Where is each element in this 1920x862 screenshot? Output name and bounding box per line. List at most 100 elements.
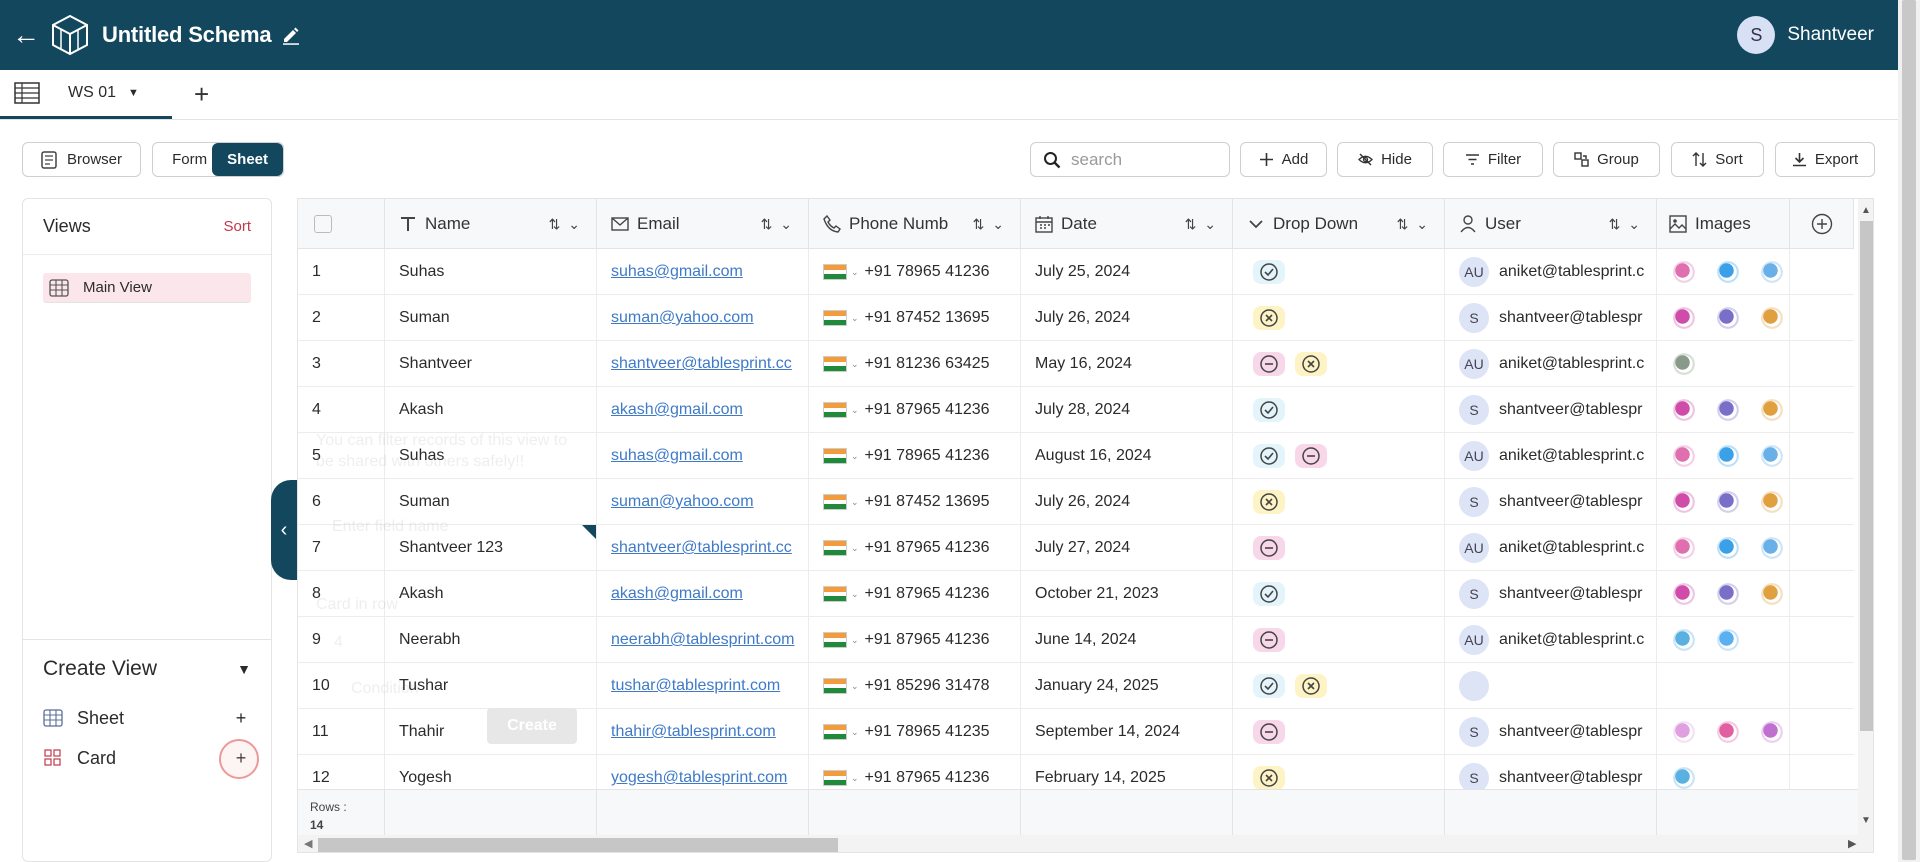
email-link[interactable]: shantveer@tablesprint.cc (611, 355, 792, 373)
phone-cell[interactable]: ⌄ +91 87452 13695 (809, 295, 1021, 341)
email-cell[interactable]: suman@yahoo.com (597, 295, 809, 341)
sort-button[interactable]: Sort (1671, 142, 1764, 177)
chevron-down-icon[interactable]: ⌄ (851, 727, 859, 738)
user-cell[interactable]: AU aniket@tablesprint.c (1445, 617, 1657, 663)
create-card-view[interactable]: Card + (23, 738, 271, 779)
row-number-cell[interactable]: 3 (298, 341, 385, 387)
name-cell[interactable]: Akash (385, 571, 597, 617)
email-cell[interactable]: tushar@tablesprint.com (597, 663, 809, 709)
email-link[interactable]: tushar@tablesprint.com (611, 677, 780, 695)
dropdown-cell[interactable] (1233, 295, 1445, 341)
table-row[interactable]: 3 Shantveer shantveer@tablesprint.cc ⌄ +91 8… (298, 341, 1854, 387)
email-cell[interactable]: shantveer@tablesprint.cc (597, 341, 809, 387)
user-cell[interactable]: AU aniket@tablesprint.c (1445, 341, 1657, 387)
phone-cell[interactable]: ⌄ +91 87965 41236 (809, 617, 1021, 663)
select-all-checkbox[interactable] (314, 215, 332, 233)
group-button[interactable]: Group (1553, 142, 1660, 177)
dropdown-cell[interactable] (1233, 479, 1445, 525)
images-cell[interactable] (1657, 479, 1790, 525)
sort-chevron-icon[interactable]: ⇅ ⌄ (1185, 216, 1218, 233)
email-link[interactable]: suhas@gmail.com (611, 263, 743, 281)
row-number-cell[interactable]: 2 (298, 295, 385, 341)
date-cell[interactable]: August 16, 2024 (1021, 433, 1233, 479)
email-cell[interactable]: thahir@tablesprint.com (597, 709, 809, 755)
date-cell[interactable]: October 21, 2023 (1021, 571, 1233, 617)
email-link[interactable]: akash@gmail.com (611, 585, 743, 603)
chevron-down-icon[interactable]: ⌄ (851, 405, 859, 416)
image-thumbnail[interactable] (1669, 487, 1699, 517)
image-thumbnail[interactable] (1669, 395, 1699, 425)
email-cell[interactable]: suman@yahoo.com (597, 479, 809, 525)
pencil-edit-icon[interactable] (281, 25, 301, 45)
chevron-down-icon[interactable]: ⌄ (851, 773, 859, 784)
table-row[interactable]: 7 Shantveer 123 shantveer@tablesprint.cc ⌄ +… (298, 525, 1854, 571)
phone-cell[interactable]: ⌄ +91 87452 13695 (809, 479, 1021, 525)
chevron-down-icon[interactable]: ⌄ (851, 543, 859, 554)
email-cell[interactable]: shantveer@tablesprint.cc (597, 525, 809, 571)
image-thumbnail[interactable] (1757, 717, 1787, 747)
browser-button[interactable]: Browser (22, 142, 141, 177)
create-view-header[interactable]: Create View ▼ (23, 640, 271, 698)
column-header-user[interactable]: User ⇅ ⌄ (1445, 199, 1657, 249)
image-thumbnail[interactable] (1713, 395, 1743, 425)
image-thumbnail[interactable] (1669, 579, 1699, 609)
export-button[interactable]: Export (1775, 142, 1875, 177)
sort-chevron-icon[interactable]: ⇅ ⌄ (549, 216, 582, 233)
date-cell[interactable]: July 28, 2024 (1021, 387, 1233, 433)
image-thumbnail[interactable] (1669, 441, 1699, 471)
image-thumbnail[interactable] (1757, 395, 1787, 425)
images-cell[interactable] (1657, 295, 1790, 341)
date-cell[interactable]: July 26, 2024 (1021, 295, 1233, 341)
phone-cell[interactable]: ⌄ +91 81236 63425 (809, 341, 1021, 387)
user-cell[interactable]: Sshantveer@tablespr (1445, 295, 1657, 341)
sort-chevron-icon[interactable]: ⇅ ⌄ (761, 216, 794, 233)
chevron-down-icon[interactable]: ⌄ (851, 267, 859, 278)
email-cell[interactable]: akash@gmail.com (597, 387, 809, 433)
add-sheet-view-button[interactable]: + (231, 708, 251, 729)
sort-chevron-icon[interactable]: ⇅ ⌄ (973, 216, 1006, 233)
image-thumbnail[interactable] (1713, 257, 1743, 287)
views-sort-button[interactable]: Sort (223, 218, 251, 235)
chevron-down-icon[interactable]: ⌄ (851, 635, 859, 646)
table-row[interactable]: 4 Akash akash@gmail.com ⌄ +91 87965 41236 Jul… (298, 387, 1854, 433)
sort-chevron-icon[interactable]: ⇅ ⌄ (1609, 216, 1642, 233)
email-link[interactable]: akash@gmail.com (611, 401, 743, 419)
tab-ws-01[interactable]: WS 01 ▼ (0, 71, 172, 119)
dropdown-cell[interactable] (1233, 525, 1445, 571)
chevron-down-icon[interactable]: ▼ (237, 661, 251, 677)
email-link[interactable]: suhas@gmail.com (611, 447, 743, 465)
image-thumbnail[interactable] (1669, 533, 1699, 563)
email-cell[interactable]: suhas@gmail.com (597, 249, 809, 295)
row-number-cell[interactable]: 4 (298, 387, 385, 433)
chevron-down-icon[interactable]: ⌄ (851, 313, 859, 324)
column-header-email[interactable]: Email ⇅ ⌄ (597, 199, 809, 249)
form-toggle-button[interactable]: Form (153, 143, 212, 176)
image-thumbnail[interactable] (1713, 579, 1743, 609)
images-cell[interactable] (1657, 433, 1790, 479)
dropdown-cell[interactable] (1233, 341, 1445, 387)
back-arrow-icon[interactable]: ← (6, 15, 46, 55)
dropdown-cell[interactable] (1233, 433, 1445, 479)
dropdown-cell[interactable] (1233, 249, 1445, 295)
search-input[interactable] (1071, 149, 1221, 170)
email-cell[interactable]: neerabh@tablesprint.com (597, 617, 809, 663)
column-header-dropdown[interactable]: Drop Down ⇅ ⌄ (1233, 199, 1445, 249)
sheet-toggle-button[interactable]: Sheet (212, 143, 283, 176)
phone-cell[interactable]: ⌄ +91 78965 41236 (809, 433, 1021, 479)
chevron-down-icon[interactable]: ▼ (128, 87, 139, 99)
chevron-down-icon[interactable]: ⌄ (851, 681, 859, 692)
user-cell[interactable]: AU aniket@tablesprint.c (1445, 433, 1657, 479)
user-cell[interactable] (1445, 663, 1657, 709)
column-header-phone[interactable]: Phone Numb ⇅ ⌄ (809, 199, 1021, 249)
date-cell[interactable]: May 16, 2024 (1021, 341, 1233, 387)
dropdown-cell[interactable] (1233, 387, 1445, 433)
user-cell[interactable]: Sshantveer@tablespr (1445, 479, 1657, 525)
image-thumbnail[interactable] (1669, 349, 1699, 379)
image-thumbnail[interactable] (1669, 257, 1699, 287)
add-card-view-button[interactable]: + (219, 738, 259, 779)
user-menu[interactable]: S Shantveer (1737, 16, 1874, 54)
date-cell[interactable]: July 26, 2024 (1021, 479, 1233, 525)
name-cell[interactable]: Suhas (385, 249, 597, 295)
table-row[interactable]: 10 Tushar tushar@tablesprint.com ⌄ +91 85296… (298, 663, 1854, 709)
images-cell[interactable] (1657, 249, 1790, 295)
